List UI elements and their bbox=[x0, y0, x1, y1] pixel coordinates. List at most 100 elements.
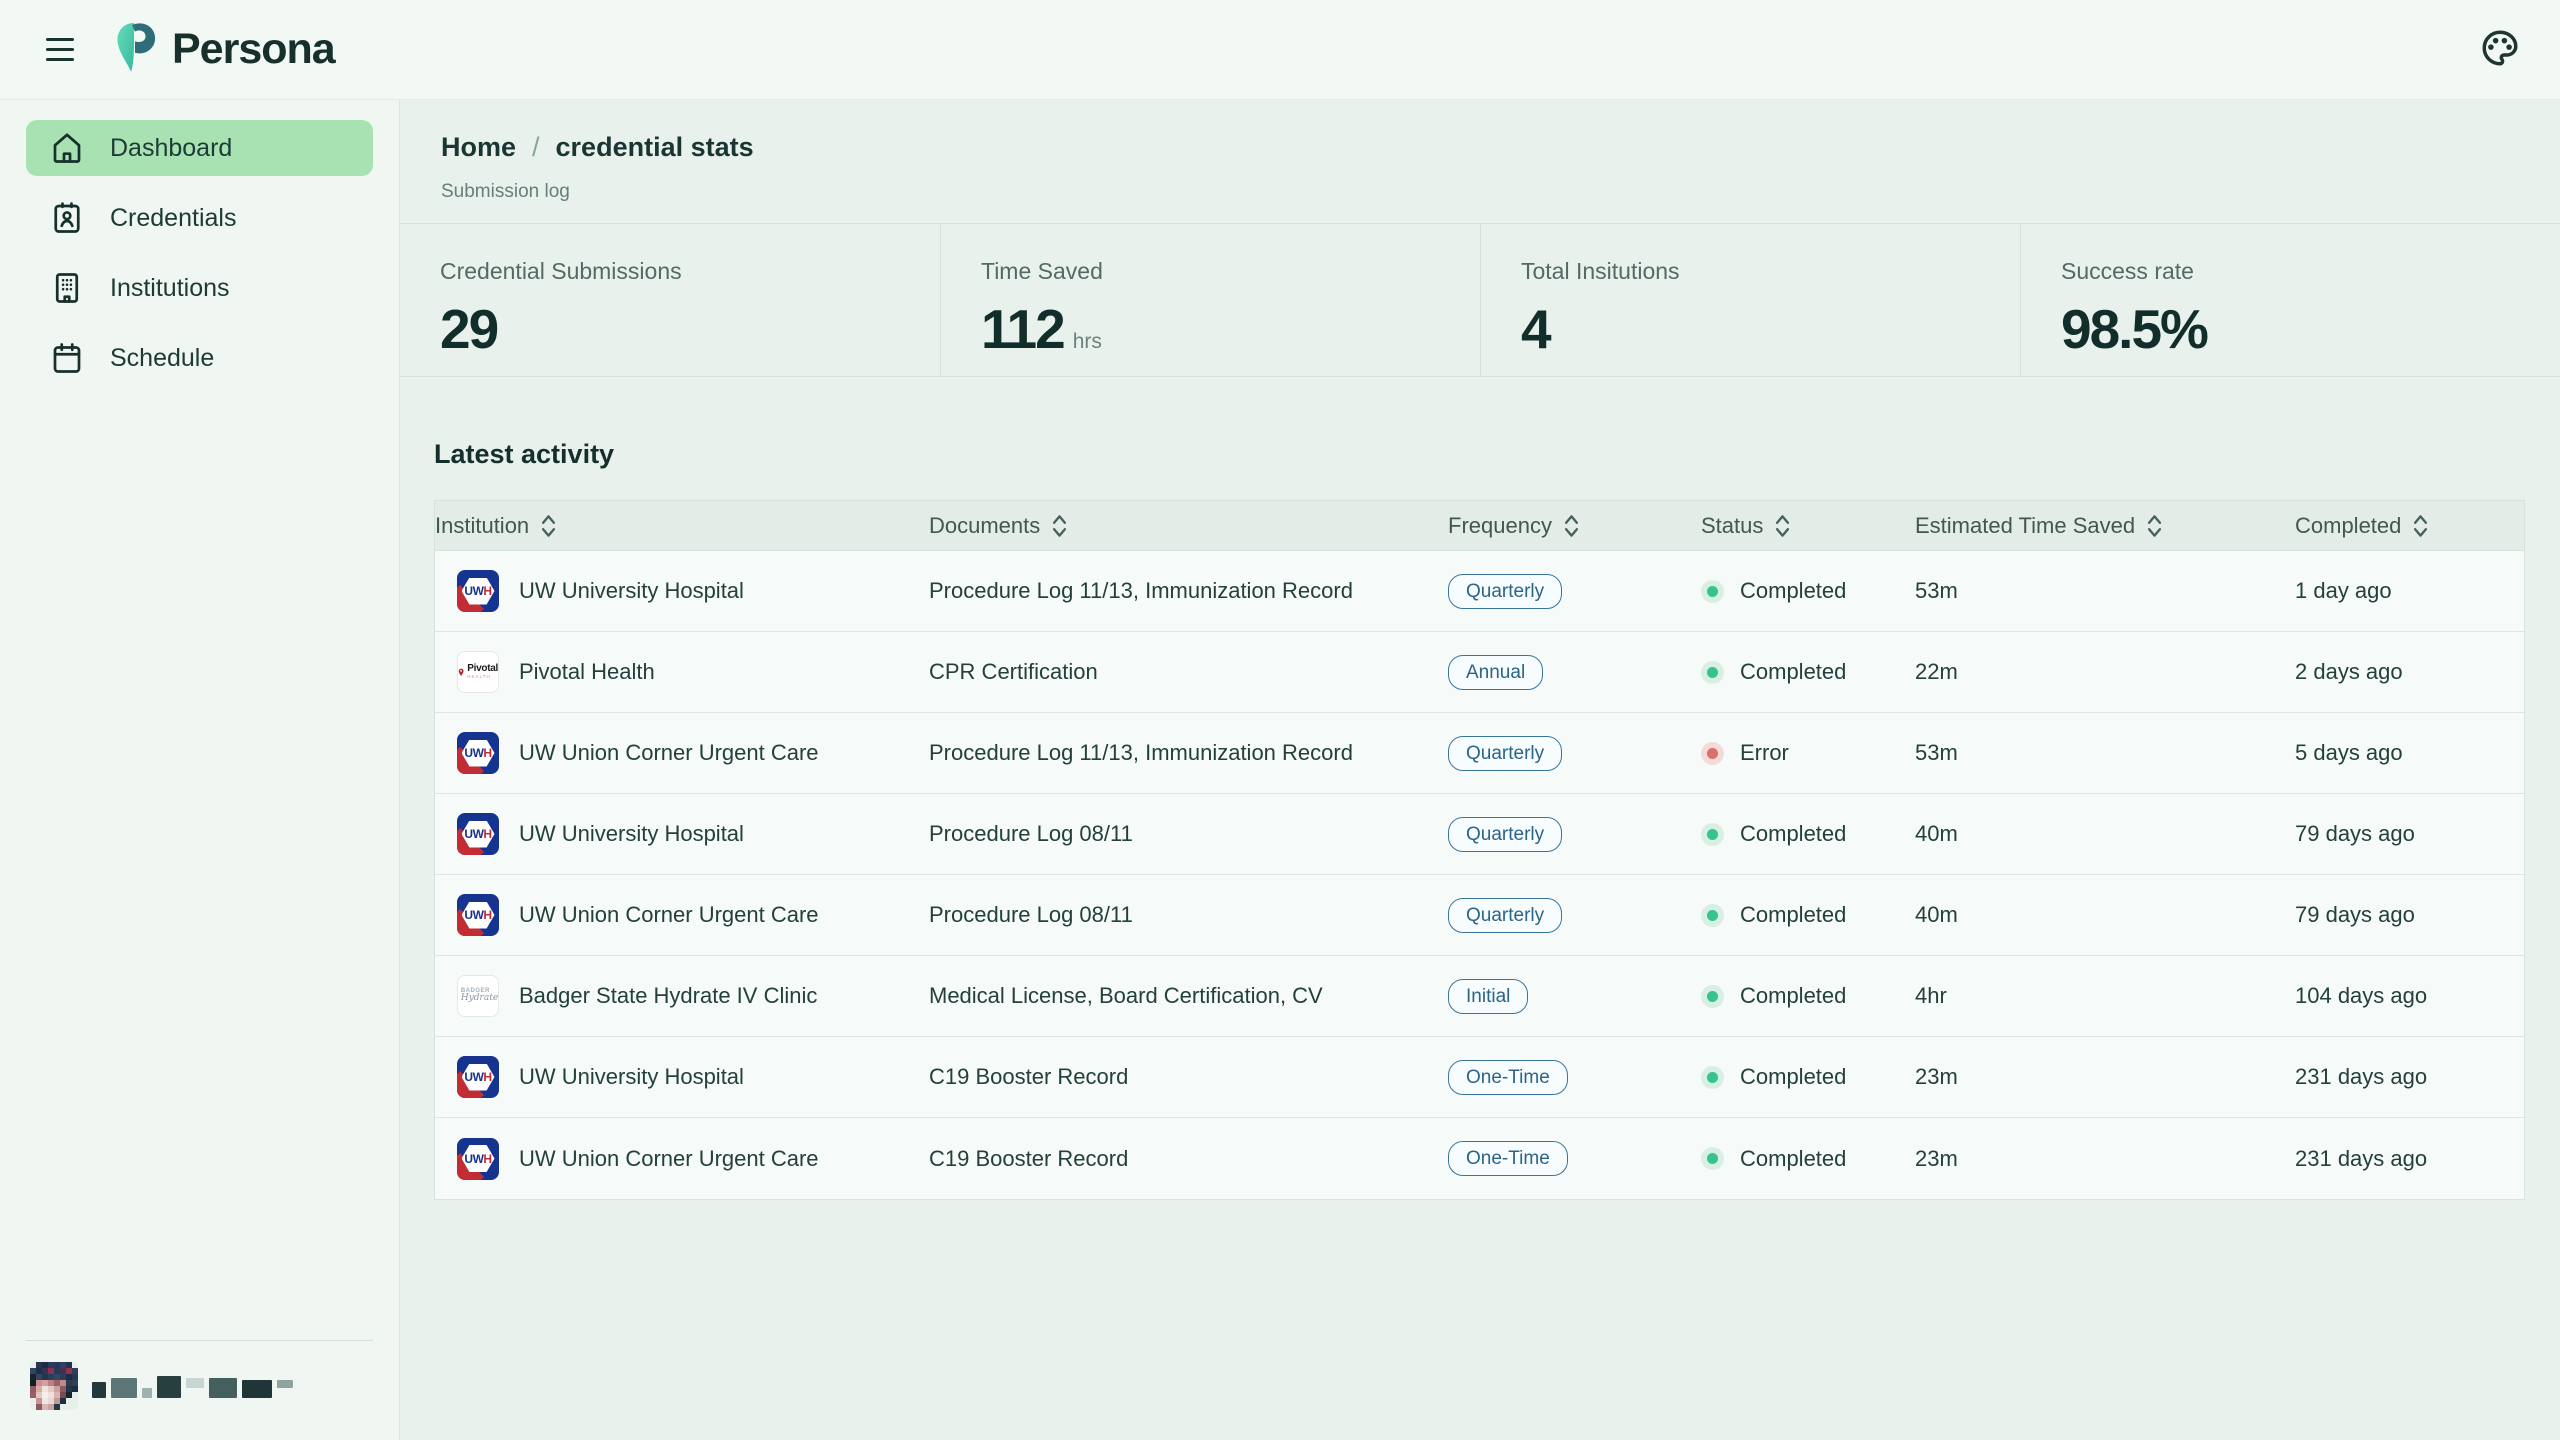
institution-name: Badger State Hydrate IV Clinic bbox=[519, 983, 817, 1009]
completed-cell: 79 days ago bbox=[2295, 821, 2524, 847]
time-saved-cell: 53m bbox=[1915, 740, 2295, 766]
user-avatar-pixelated bbox=[30, 1362, 78, 1410]
documents-cell: Procedure Log 08/11 bbox=[929, 902, 1448, 928]
status-dot bbox=[1701, 661, 1724, 684]
time-saved-cell: 23m bbox=[1915, 1064, 2295, 1090]
stat-label: Time Saved bbox=[981, 258, 1480, 285]
brand-name: Persona bbox=[172, 25, 335, 74]
frequency-badge: Quarterly bbox=[1448, 817, 1562, 852]
documents-cell: CPR Certification bbox=[929, 659, 1448, 685]
table-row[interactable]: UWH UW University Hospital C19 Booster R… bbox=[435, 1037, 2524, 1118]
status-dot bbox=[1701, 985, 1724, 1008]
institution-name: UW University Hospital bbox=[519, 1064, 744, 1090]
table-row[interactable]: UWH UW Union Corner Urgent Care Procedur… bbox=[435, 875, 2524, 956]
user-name-redacted bbox=[92, 1366, 293, 1406]
frequency-badge: One-Time bbox=[1448, 1141, 1568, 1176]
time-saved-cell: 4hr bbox=[1915, 983, 2295, 1009]
uwh-logo: UWH bbox=[457, 813, 499, 855]
frequency-badge: Quarterly bbox=[1448, 736, 1562, 771]
page-subtitle: Submission log bbox=[441, 181, 2560, 203]
sidebar-item-dashboard[interactable]: Dashboard bbox=[26, 120, 373, 176]
user-profile[interactable] bbox=[0, 1340, 399, 1440]
sidebar-item-credentials[interactable]: Credentials bbox=[26, 190, 373, 246]
stat-label: Success rate bbox=[2061, 258, 2560, 285]
documents-cell: Procedure Log 08/11 bbox=[929, 821, 1448, 847]
palette-icon bbox=[2479, 27, 2521, 72]
status-label: Completed bbox=[1740, 983, 1846, 1009]
documents-cell: C19 Booster Record bbox=[929, 1064, 1448, 1090]
breadcrumb-home[interactable]: Home bbox=[441, 132, 516, 163]
frequency-badge: Annual bbox=[1448, 655, 1543, 690]
sort-chevrons-icon bbox=[1775, 514, 1790, 538]
stat-card: Time Saved 112 hrs bbox=[940, 224, 1480, 376]
documents-cell: Medical License, Board Certification, CV bbox=[929, 983, 1448, 1009]
status-dot bbox=[1701, 823, 1724, 846]
persona-logo-icon bbox=[112, 19, 158, 80]
table-row[interactable]: UWH UW University Hospital Procedure Log… bbox=[435, 551, 2524, 632]
column-header-documents[interactable]: Documents bbox=[929, 513, 1448, 539]
table-row[interactable]: UWH UW University Hospital Procedure Log… bbox=[435, 794, 2524, 875]
institution-name: UW Union Corner Urgent Care bbox=[519, 740, 819, 766]
sort-chevrons-icon bbox=[1564, 514, 1579, 538]
institution-name: UW University Hospital bbox=[519, 578, 744, 604]
status-label: Completed bbox=[1740, 578, 1846, 604]
sort-chevrons-icon bbox=[2147, 514, 2162, 538]
frequency-badge: One-Time bbox=[1448, 1060, 1568, 1095]
frequency-badge: Quarterly bbox=[1448, 898, 1562, 933]
column-header-frequency[interactable]: Frequency bbox=[1448, 513, 1701, 539]
time-saved-cell: 22m bbox=[1915, 659, 2295, 685]
frequency-badge: Initial bbox=[1448, 979, 1528, 1014]
documents-cell: Procedure Log 11/13, Immunization Record bbox=[929, 578, 1448, 604]
table-row[interactable]: UWH UW Union Corner Urgent Care C19 Boos… bbox=[435, 1118, 2524, 1199]
table-row[interactable]: BADGERHydrate Badger State Hydrate IV Cl… bbox=[435, 956, 2524, 1037]
stat-label: Credential Submissions bbox=[440, 258, 940, 285]
column-header-completed[interactable]: Completed bbox=[2295, 513, 2524, 539]
completed-cell: 231 days ago bbox=[2295, 1146, 2524, 1172]
badger-logo: BADGERHydrate bbox=[457, 975, 499, 1017]
activity-table: Institution Documents bbox=[434, 500, 2525, 1200]
table-header-row: Institution Documents bbox=[435, 501, 2524, 551]
status-dot bbox=[1701, 904, 1724, 927]
column-header-status[interactable]: Status bbox=[1701, 513, 1915, 539]
stat-value: 98.5% bbox=[2061, 297, 2207, 361]
pivotal-logo: PivotalHEALTH bbox=[457, 651, 499, 693]
sidebar-item-institutions[interactable]: Institutions bbox=[26, 260, 373, 316]
completed-cell: 2 days ago bbox=[2295, 659, 2524, 685]
column-header-estimated-time-saved[interactable]: Estimated Time Saved bbox=[1915, 513, 2295, 539]
time-saved-cell: 53m bbox=[1915, 578, 2295, 604]
home-icon bbox=[48, 129, 86, 167]
status-label: Error bbox=[1740, 740, 1789, 766]
table-row[interactable]: UWH UW Union Corner Urgent Care Procedur… bbox=[435, 713, 2524, 794]
status-label: Completed bbox=[1740, 1146, 1846, 1172]
sidebar-item-schedule[interactable]: Schedule bbox=[26, 330, 373, 386]
stat-value: 4 bbox=[1521, 297, 1550, 361]
building-icon bbox=[48, 269, 86, 307]
breadcrumb: Home / credential stats bbox=[441, 132, 2560, 163]
column-header-institution[interactable]: Institution bbox=[435, 513, 929, 539]
stat-value: 112 bbox=[981, 297, 1064, 361]
institution-name: UW University Hospital bbox=[519, 821, 744, 847]
stat-card: Total Insitutions 4 bbox=[1480, 224, 2020, 376]
completed-cell: 231 days ago bbox=[2295, 1064, 2524, 1090]
institution-name: UW Union Corner Urgent Care bbox=[519, 1146, 819, 1172]
sidebar: Dashboard Credentials Institutions Sched… bbox=[0, 100, 400, 1440]
uwh-logo: UWH bbox=[457, 894, 499, 936]
sort-chevrons-icon bbox=[1052, 514, 1067, 538]
status-label: Completed bbox=[1740, 902, 1846, 928]
institution-name: Pivotal Health bbox=[519, 659, 655, 685]
uwh-logo: UWH bbox=[457, 1138, 499, 1180]
table-body: UWH UW University Hospital Procedure Log… bbox=[435, 551, 2524, 1199]
time-saved-cell: 40m bbox=[1915, 902, 2295, 928]
topbar: Persona bbox=[0, 0, 2560, 100]
theme-palette-button[interactable] bbox=[2474, 24, 2526, 76]
calendar-icon bbox=[48, 339, 86, 377]
completed-cell: 1 day ago bbox=[2295, 578, 2524, 604]
documents-cell: C19 Booster Record bbox=[929, 1146, 1448, 1172]
table-row[interactable]: PivotalHEALTH Pivotal Health CPR Certifi… bbox=[435, 632, 2524, 713]
status-dot bbox=[1701, 580, 1724, 603]
status-dot bbox=[1701, 1147, 1724, 1170]
menu-button[interactable] bbox=[34, 24, 86, 76]
status-label: Completed bbox=[1740, 1064, 1846, 1090]
sort-chevrons-icon bbox=[2413, 514, 2428, 538]
uwh-logo: UWH bbox=[457, 570, 499, 612]
